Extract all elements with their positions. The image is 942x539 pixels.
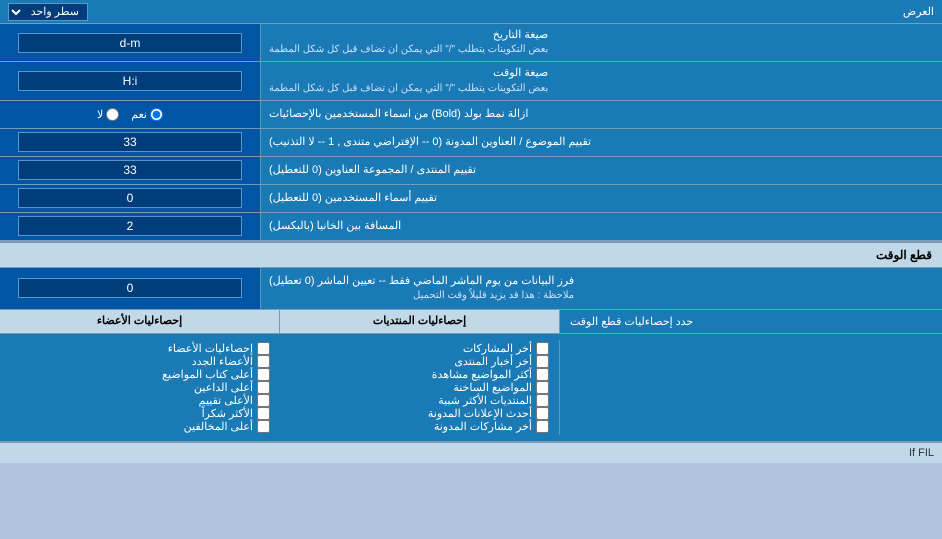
cb-posts-1-label: أخر المشاركات bbox=[463, 342, 532, 355]
cutoff-label: فرز البيانات من يوم الماشر الماضي فقط --… bbox=[260, 268, 942, 309]
space-between-input[interactable] bbox=[18, 216, 241, 236]
cb-members-1: إحصاءليات الأعضاء bbox=[10, 342, 270, 355]
stats-header-row: حدد إحصاءليات قطع الوقت إحصاءليات المنتد… bbox=[0, 310, 942, 334]
cb-posts-7: أخر مشاركات المدونة bbox=[290, 420, 549, 433]
bold-remove-label: ازالة نمط بولد (Bold) من اسماء المستخدمي… bbox=[260, 101, 942, 128]
cb-members-4: أعلى الداعين bbox=[10, 381, 270, 394]
cb-posts-1: أخر المشاركات bbox=[290, 342, 549, 355]
cb-posts-6: أحدث الإعلانات المدونة bbox=[290, 407, 549, 420]
cutoff-row: فرز البيانات من يوم الماشر الماضي فقط --… bbox=[0, 268, 942, 310]
username-order-input[interactable] bbox=[18, 188, 241, 208]
bold-remove-input-wrapper: نعم لا bbox=[0, 101, 260, 128]
bold-yes-radio[interactable] bbox=[150, 108, 163, 121]
cb-members-5: الأعلى تقييم bbox=[10, 394, 270, 407]
time-format-row: صيغة الوقت بعض التكوينات يتطلب "/" التي … bbox=[0, 62, 942, 100]
space-between-label: المسافة بين الخانيا (بالبكسل) bbox=[260, 213, 942, 240]
cutoff-input[interactable] bbox=[18, 278, 241, 298]
cb-posts-4: المواضيع الساخنة bbox=[290, 381, 549, 394]
cb-members-1-label: إحصاءليات الأعضاء bbox=[168, 342, 253, 355]
time-format-input-wrapper bbox=[0, 62, 260, 99]
cb-posts-4-input[interactable] bbox=[536, 381, 549, 394]
cutoff-section-header: قطع الوقت bbox=[0, 241, 942, 268]
forum-order-input-wrapper bbox=[0, 157, 260, 184]
stats-checkboxes: أخر المشاركات أخر أخبار المنتدى أكثر الم… bbox=[0, 334, 942, 442]
cb-members-1-input[interactable] bbox=[257, 342, 270, 355]
cb-posts-3: أكثر المواضيع مشاهدة bbox=[290, 368, 549, 381]
cb-posts-2-label: أخر أخبار المنتدى bbox=[454, 355, 532, 368]
username-order-input-wrapper bbox=[0, 185, 260, 212]
members-col-header: إحصاءليات الأعضاء bbox=[0, 310, 279, 333]
username-order-row: تقييم أسماء المستخدمين (0 للتعطيل) bbox=[0, 185, 942, 213]
forum-order-input[interactable] bbox=[18, 160, 241, 180]
cb-members-3-input[interactable] bbox=[257, 368, 270, 381]
forum-order-label: تقييم المنتدى / المجموعة العناوين (0 للت… bbox=[260, 157, 942, 184]
username-order-label: تقييم أسماء المستخدمين (0 للتعطيل) bbox=[260, 185, 942, 212]
cb-posts-3-label: أكثر المواضيع مشاهدة bbox=[432, 368, 532, 381]
cb-members-6-input[interactable] bbox=[257, 407, 270, 420]
cb-members-4-input[interactable] bbox=[257, 381, 270, 394]
time-format-label: صيغة الوقت بعض التكوينات يتطلب "/" التي … bbox=[260, 62, 942, 99]
cb-posts-3-input[interactable] bbox=[536, 368, 549, 381]
cb-posts-5-input[interactable] bbox=[536, 394, 549, 407]
space-between-row: المسافة بين الخانيا (بالبكسل) bbox=[0, 213, 942, 241]
cb-members-2-input[interactable] bbox=[257, 355, 270, 368]
cb-posts-7-label: أخر مشاركات المدونة bbox=[434, 420, 532, 433]
cb-members-7: أعلى المخالفين bbox=[10, 420, 270, 433]
cb-members-7-label: أعلى المخالفين bbox=[184, 420, 253, 433]
space-between-input-wrapper bbox=[0, 213, 260, 240]
cb-members-6-label: الأكثر شكراً bbox=[202, 407, 253, 420]
cb-posts-6-label: أحدث الإعلانات المدونة bbox=[428, 407, 532, 420]
stats-spacer bbox=[560, 340, 942, 435]
cb-members-6: الأكثر شكراً bbox=[10, 407, 270, 420]
date-format-row: صيغة التاريخ بعض التكوينات يتطلب "/" الت… bbox=[0, 24, 942, 62]
bold-no-label[interactable]: لا bbox=[97, 108, 119, 121]
forum-order-row: تقييم المنتدى / المجموعة العناوين (0 للت… bbox=[0, 157, 942, 185]
date-format-input-wrapper bbox=[0, 24, 260, 61]
cb-members-7-input[interactable] bbox=[257, 420, 270, 433]
posts-checkboxes-col: أخر المشاركات أخر أخبار المنتدى أكثر الم… bbox=[280, 340, 560, 435]
cb-members-2-label: الأعضاء الجدد bbox=[192, 355, 253, 368]
cb-members-3: أعلى كتاب المواضيع bbox=[10, 368, 270, 381]
bold-radio-group: نعم لا bbox=[97, 108, 163, 121]
stats-header-label: حدد إحصاءليات قطع الوقت bbox=[560, 310, 942, 333]
cb-posts-2-input[interactable] bbox=[536, 355, 549, 368]
cb-posts-5: المنتديات الأكثر شبية bbox=[290, 394, 549, 407]
cb-posts-2: أخر أخبار المنتدى bbox=[290, 355, 549, 368]
topic-order-input[interactable] bbox=[18, 132, 241, 152]
cb-posts-1-input[interactable] bbox=[536, 342, 549, 355]
date-format-label: صيغة التاريخ بعض التكوينات يتطلب "/" الت… bbox=[260, 24, 942, 61]
members-checkboxes-col: إحصاءليات الأعضاء الأعضاء الجدد أعلى كتا… bbox=[0, 340, 280, 435]
cb-posts-4-label: المواضيع الساخنة bbox=[453, 381, 532, 394]
bold-no-radio[interactable] bbox=[106, 108, 119, 121]
bold-yes-label[interactable]: نعم bbox=[131, 108, 163, 121]
cutoff-input-wrapper bbox=[0, 268, 260, 309]
topic-order-row: تقييم الموضوع / العناوين المدونة (0 -- ا… bbox=[0, 129, 942, 157]
time-format-input[interactable] bbox=[18, 71, 241, 91]
bottom-note-text: If FIL bbox=[909, 447, 934, 459]
topic-order-label: تقييم الموضوع / العناوين المدونة (0 -- ا… bbox=[260, 129, 942, 156]
date-format-input[interactable] bbox=[18, 33, 241, 53]
cb-members-5-label: الأعلى تقييم bbox=[199, 394, 253, 407]
cb-members-3-label: أعلى كتاب المواضيع bbox=[162, 368, 253, 381]
cb-posts-5-label: المنتديات الأكثر شبية bbox=[438, 394, 532, 407]
posts-col-header: إحصاءليات المنتديات bbox=[279, 310, 560, 333]
top-label: العرض bbox=[88, 5, 934, 18]
cb-members-2: الأعضاء الجدد bbox=[10, 355, 270, 368]
bold-remove-row: ازالة نمط بولد (Bold) من اسماء المستخدمي… bbox=[0, 101, 942, 129]
bottom-note: If FIL bbox=[0, 442, 942, 463]
cb-posts-7-input[interactable] bbox=[536, 420, 549, 433]
cb-posts-6-input[interactable] bbox=[536, 407, 549, 420]
topic-order-input-wrapper bbox=[0, 129, 260, 156]
cb-members-5-input[interactable] bbox=[257, 394, 270, 407]
cb-members-4-label: أعلى الداعين bbox=[194, 381, 253, 394]
display-select[interactable]: سطر واحد سطران ثلاثة أسطر bbox=[8, 3, 88, 21]
top-row: العرض سطر واحد سطران ثلاثة أسطر bbox=[0, 0, 942, 24]
